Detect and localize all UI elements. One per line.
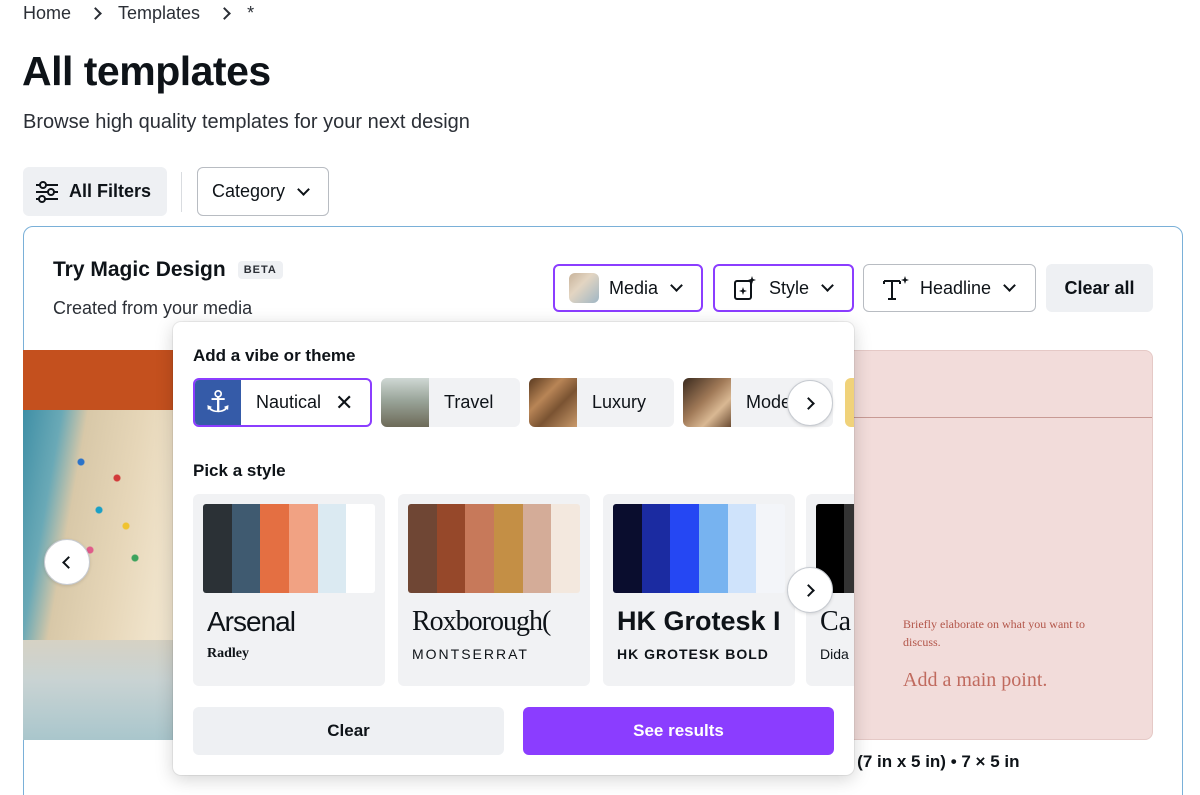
vibe-label: Mode: [746, 392, 792, 412]
palette-swatch: [613, 504, 642, 593]
all-filters-button[interactable]: All Filters: [23, 167, 167, 216]
magic-design-title: Try Magic Design BETA: [53, 258, 283, 282]
sliders-icon: [36, 180, 58, 203]
color-palette: [203, 504, 375, 593]
preview-body-text: Briefly elaborate on what you want to di…: [903, 617, 1085, 649]
magic-design-subtitle: Created from your media: [53, 298, 253, 318]
color-palette: [408, 504, 580, 593]
chevron-down-icon: [821, 279, 834, 292]
preview-divider-line: [844, 417, 1152, 418]
palette-swatch: [346, 504, 375, 593]
vibe-chip-travel[interactable]: Travel: [381, 378, 520, 427]
vibe-label: Travel: [444, 392, 494, 412]
beta-badge: BETA: [237, 261, 283, 279]
style-next-button[interactable]: [787, 567, 833, 613]
chevron-down-icon: [297, 182, 310, 196]
palette-swatch: [699, 504, 728, 593]
palette-swatch: [727, 504, 757, 593]
palette-swatch: [494, 504, 523, 593]
vibe-label: Luxury: [592, 392, 647, 412]
vibe-chip-nautical[interactable]: ⚓ Nautical ✕: [193, 378, 372, 427]
carousel-prev-button[interactable]: [44, 539, 90, 585]
style-font-sub: MONTSERRAT: [412, 646, 529, 662]
palette-swatch: [231, 504, 261, 593]
chevron-down-icon: [1003, 279, 1016, 292]
vibe-next-button[interactable]: [787, 380, 833, 426]
breadcrumb: Home Templates *: [23, 3, 254, 24]
style-card-hk-grotesk[interactable]: HK Grotesk I HK GROTESK BOLD: [603, 494, 795, 686]
clear-all-button[interactable]: Clear all: [1046, 264, 1153, 312]
media-thumbnail: [569, 273, 599, 303]
clear-button[interactable]: Clear: [193, 707, 504, 755]
style-font-sub: Dida: [820, 646, 849, 662]
chevron-left-icon: [62, 555, 75, 569]
style-section-title: Pick a style: [193, 461, 286, 480]
headline-dropdown[interactable]: Headline: [863, 264, 1036, 312]
beach-photo: [23, 410, 183, 740]
palette-swatch: [522, 504, 552, 593]
style-font-name: Ca: [820, 606, 852, 637]
luxury-thumbnail: [529, 378, 577, 427]
vibe-label: Nautical: [256, 392, 322, 412]
filter-divider: [181, 172, 182, 212]
color-palette: [613, 504, 785, 593]
palette-swatch: [203, 504, 232, 593]
style-font-name: HK Grotesk I: [617, 606, 781, 636]
palette-swatch: [670, 504, 700, 593]
style-card-arsenal[interactable]: Arsenal Radley: [193, 494, 385, 686]
category-label: Category: [212, 181, 286, 201]
style-popover: Add a vibe or theme ⚓ Nautical ✕ Travel …: [173, 322, 854, 775]
style-font-sub: HK GROTESK BOLD: [617, 646, 769, 662]
text-sparkle-icon: [883, 276, 909, 300]
category-dropdown[interactable]: Category: [197, 167, 329, 216]
style-card-roxborough[interactable]: Roxborough( MONTSERRAT: [398, 494, 590, 686]
breadcrumb-home[interactable]: Home: [23, 3, 71, 24]
headline-label: Headline: [920, 277, 992, 298]
media-dropdown[interactable]: Media: [553, 264, 703, 312]
close-icon[interactable]: ✕: [335, 390, 353, 416]
anchor-icon: ⚓: [195, 380, 241, 425]
template-preview-right[interactable]: Briefly elaborate on what you want to di…: [843, 350, 1153, 740]
palette-swatch: [260, 504, 290, 593]
chevron-down-icon: [670, 279, 683, 292]
ocean-wave: [23, 640, 183, 740]
travel-thumbnail: [381, 378, 429, 427]
preview-main-point: Add a main point.: [903, 669, 1048, 691]
palette-swatch: [465, 504, 495, 593]
magic-design-heading: Try Magic Design: [53, 258, 226, 281]
chevron-right-icon: [802, 583, 815, 597]
style-font-name: Arsenal: [207, 606, 296, 637]
all-filters-label: All Filters: [69, 181, 152, 201]
vibe-chip-partial: [845, 378, 854, 427]
chevron-right-icon: [218, 7, 231, 20]
modern-thumbnail: [683, 378, 731, 427]
page-subtitle: Browse high quality templates for your n…: [23, 111, 470, 133]
magic-style-icon: [734, 276, 756, 300]
page-title: All templates: [22, 48, 271, 94]
vibe-section-title: Add a vibe or theme: [193, 346, 356, 365]
palette-swatch: [436, 504, 466, 593]
style-font-sub: Radley: [207, 646, 249, 661]
style-dropdown[interactable]: Style: [713, 264, 854, 312]
template-size-caption: e (7 in x 5 in) • 7 × 5 in: [843, 752, 1020, 771]
breadcrumb-current: *: [247, 3, 255, 23]
template-preview-left[interactable]: [23, 350, 183, 740]
breadcrumb-templates[interactable]: Templates: [118, 3, 200, 24]
style-label: Style: [769, 277, 810, 298]
style-font-name: Roxborough(: [412, 606, 551, 637]
palette-swatch: [844, 504, 854, 593]
chevron-right-icon: [802, 396, 815, 410]
chevron-right-icon: [89, 7, 102, 20]
vibe-chip-luxury[interactable]: Luxury: [529, 378, 674, 427]
palette-swatch: [756, 504, 785, 593]
media-label: Media: [609, 277, 659, 298]
palette-swatch: [641, 504, 671, 593]
see-results-button[interactable]: See results: [523, 707, 834, 755]
preview-header-band: [23, 350, 183, 410]
palette-swatch: [408, 504, 437, 593]
palette-swatch: [289, 504, 318, 593]
palette-swatch: [317, 504, 347, 593]
palette-swatch: [551, 504, 580, 593]
